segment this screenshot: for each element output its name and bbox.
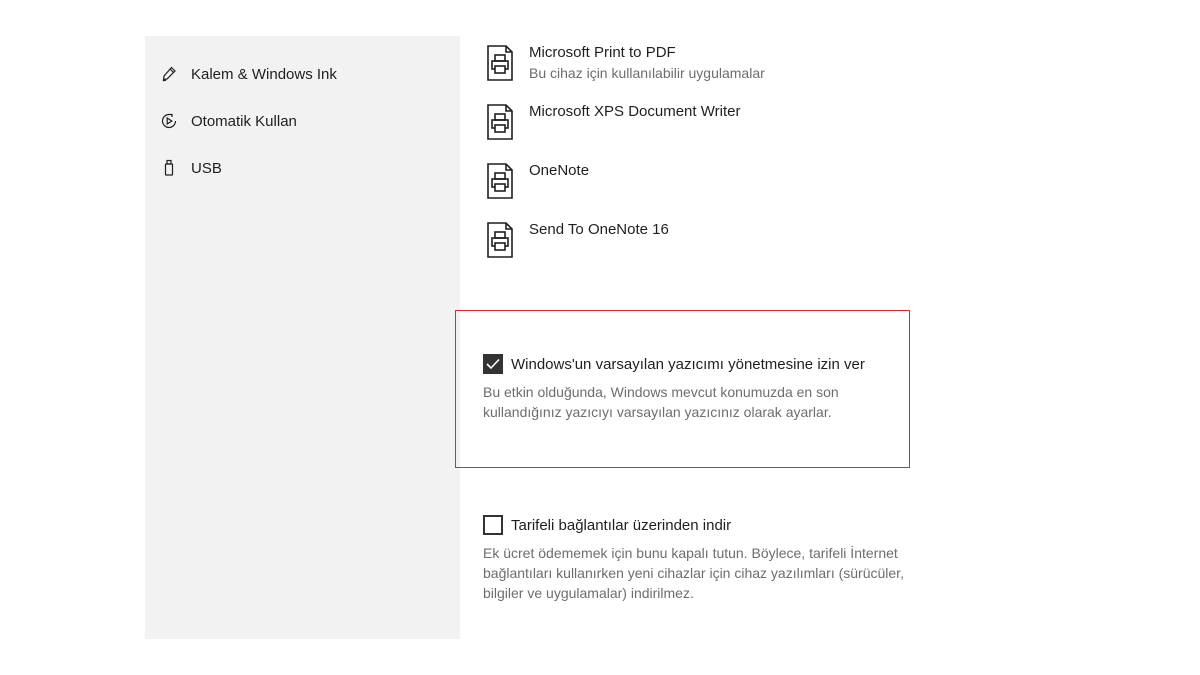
sidebar-item-pen-windows-ink[interactable]: Kalem & Windows Ink: [159, 62, 337, 86]
checkmark-icon: [486, 358, 500, 370]
metered-download-description: Ek ücret ödememek için bunu kapalı tutun…: [483, 545, 904, 601]
usb-icon: [159, 158, 179, 178]
autoplay-icon: [159, 111, 179, 131]
printer-icon: [486, 45, 514, 81]
sidebar-item-autoplay[interactable]: Otomatik Kullan: [159, 109, 297, 133]
printer-icon: [486, 222, 514, 258]
device-name: Microsoft Print to PDF: [529, 44, 676, 61]
device-name: OneNote: [529, 162, 590, 179]
default-printer-option: Windows'un varsayılan yazıcımı yönetmesi…: [483, 354, 923, 422]
metered-download-checkbox[interactable]: [483, 515, 503, 535]
default-printer-checkbox[interactable]: [483, 354, 503, 374]
device-onenote[interactable]: OneNote: [486, 161, 589, 199]
default-printer-label: Windows'un varsayılan yazıcımı yönetmesi…: [511, 355, 865, 373]
pen-icon: [159, 64, 179, 84]
metered-download-label: Tarifeli bağlantılar üzerinden indir: [511, 516, 732, 534]
device-name: Microsoft XPS Document Writer: [529, 103, 741, 120]
default-printer-checkbox-row[interactable]: Windows'un varsayılan yazıcımı yönetmesi…: [483, 354, 923, 374]
sidebar-item-label: Kalem & Windows Ink: [191, 65, 337, 83]
sidebar-item-usb[interactable]: USB: [159, 156, 222, 180]
sidebar-item-label: Otomatik Kullan: [191, 112, 297, 130]
default-printer-description: Bu etkin olduğunda, Windows mevcut konum…: [483, 384, 839, 420]
device-name: Send To OneNote 16: [529, 221, 669, 238]
printer-icon: [486, 163, 514, 199]
metered-download-checkbox-row[interactable]: Tarifeli bağlantılar üzerinden indir: [483, 515, 923, 535]
sidebar-item-label: USB: [191, 159, 222, 177]
device-microsoft-print-to-pdf[interactable]: Microsoft Print to PDF Bu cihaz için kul…: [486, 43, 765, 83]
sidebar: Kalem & Windows Ink Otomatik Kullan USB: [145, 36, 460, 639]
device-send-to-onenote-16[interactable]: Send To OneNote 16: [486, 220, 669, 258]
metered-download-option: Tarifeli bağlantılar üzerinden indir Ek …: [483, 515, 923, 603]
device-microsoft-xps-document-writer[interactable]: Microsoft XPS Document Writer: [486, 102, 740, 140]
device-subtitle: Bu cihaz için kullanılabilir uygulamalar: [529, 65, 765, 81]
printer-icon: [486, 104, 514, 140]
